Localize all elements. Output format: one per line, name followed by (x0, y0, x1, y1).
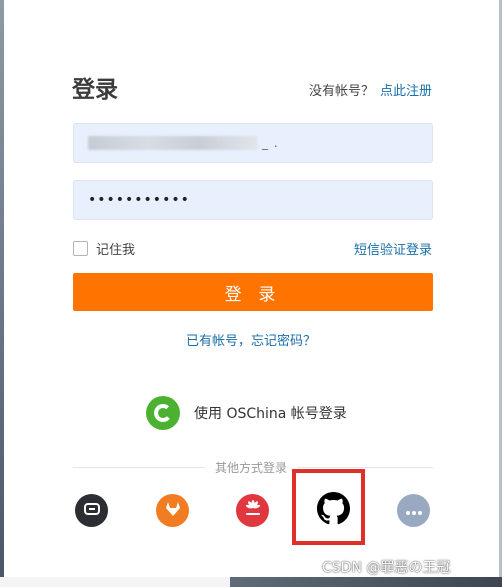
oschina-icon (146, 396, 180, 430)
register-prompt: 没有帐号？ (308, 84, 374, 99)
page-title: 登录 (72, 77, 118, 103)
gitee-login-button[interactable] (75, 494, 108, 527)
watermark: CSDN @罪恶の王冠 (322, 560, 451, 576)
sms-login-link[interactable]: 短信验证登录 (354, 239, 432, 258)
login-button[interactable]: 登 录 (73, 273, 433, 311)
other-login-divider: 其他方式登录 (0, 459, 502, 476)
username-visible-text: _ . (262, 136, 279, 150)
gitee-icon (82, 499, 102, 523)
huawei-icon (242, 498, 264, 524)
github-highlight-box (292, 469, 365, 545)
more-icon (404, 501, 424, 520)
password-input[interactable]: ••••••••••• (73, 180, 433, 220)
remember-me-checkbox[interactable] (73, 241, 88, 256)
oschina-login-label: 使用 OSChina 帐号登录 (194, 406, 347, 422)
gitlab-icon (163, 499, 183, 523)
background-bottom-dark (230, 577, 502, 587)
more-login-options-button[interactable] (397, 494, 430, 527)
username-blurred-text (88, 136, 258, 150)
register-link[interactable]: 点此注册 (380, 84, 432, 99)
background-edge-left (0, 0, 4, 587)
password-masked-value: ••••••••••• (88, 192, 190, 208)
forgot-password-link[interactable]: 已有帐号，忘记密码？ (0, 330, 502, 349)
remember-me-row[interactable]: 记住我 (73, 239, 135, 258)
register-prompt-row: 没有帐号？ 点此注册 (309, 80, 432, 99)
username-input[interactable]: _ . (73, 123, 433, 163)
remember-me-label: 记住我 (96, 243, 136, 258)
huawei-login-button[interactable] (236, 494, 269, 527)
oschina-login-button[interactable]: 使用 OSChina 帐号登录 (146, 396, 347, 430)
gitlab-login-button[interactable] (156, 494, 189, 527)
other-login-label: 其他方式登录 (204, 461, 297, 475)
